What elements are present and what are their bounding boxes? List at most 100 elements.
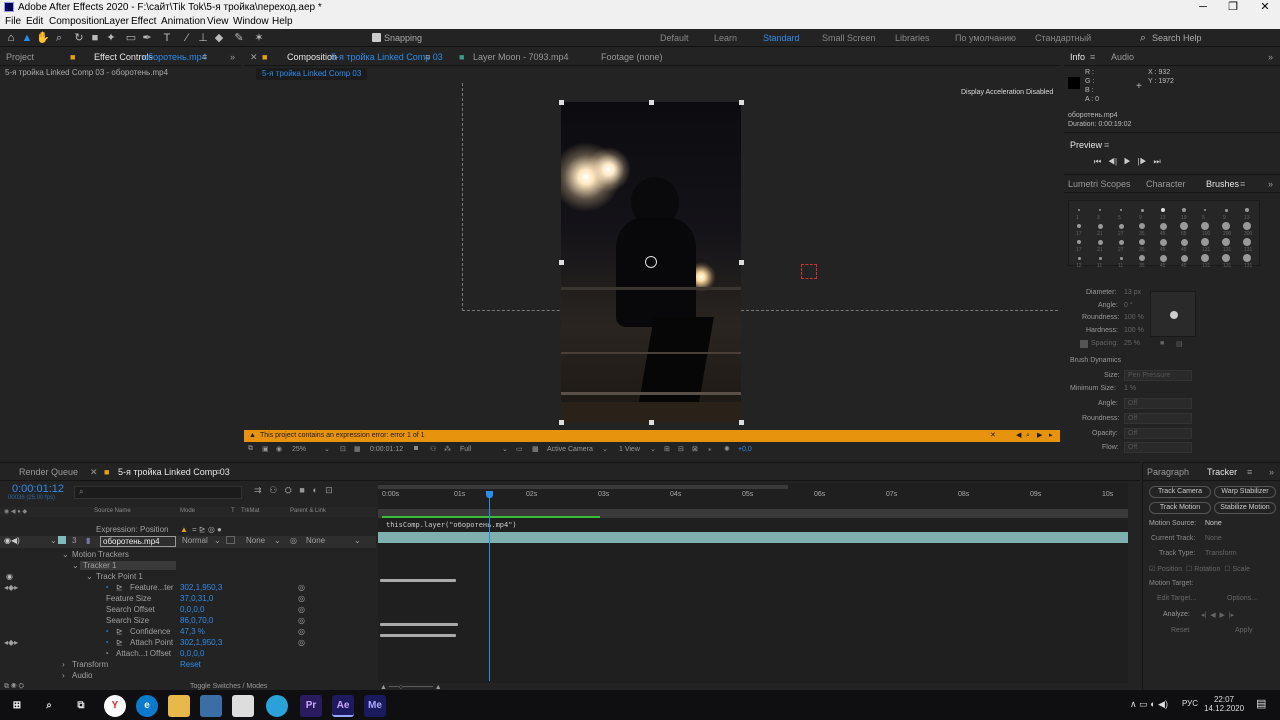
tab-footage[interactable]: Footage (none)	[601, 52, 663, 62]
selection-tool-icon[interactable]: ▲	[20, 31, 34, 45]
tab-timeline-comp[interactable]: 5-я тройка Linked Comp 03	[118, 467, 230, 477]
flow-dropdown[interactable]: Off	[1124, 442, 1192, 453]
property-row[interactable]: ◂◆▸ ◔ ⊵ Feature...ter 302,1,950,3 ◎	[0, 583, 376, 594]
panel-menu-icon[interactable]: ≡	[1104, 140, 1109, 150]
pick-whip-icon[interactable]: ◎	[298, 605, 305, 614]
analyze-back-frame-icon[interactable]: ◂|	[1201, 612, 1206, 619]
property-row[interactable]: ◔ ⊵ Confidence 47,3 % ◎	[0, 627, 376, 638]
spacing-checkbox[interactable]	[1080, 340, 1088, 348]
workspace-libraries[interactable]: Libraries	[895, 33, 930, 43]
brush-tip[interactable]	[1097, 239, 1103, 245]
property-value[interactable]: 47,3 %	[180, 627, 205, 636]
apply-button[interactable]: Apply	[1235, 627, 1253, 634]
stopwatch-icon[interactable]: ◔	[104, 649, 109, 658]
premiere-pro-icon[interactable]: Pr	[300, 695, 322, 717]
warning-icon[interactable]: ▲	[180, 525, 188, 534]
mask-visibility-icon[interactable]: ◉	[276, 445, 282, 453]
snapshot-icon[interactable]: ◙	[414, 445, 418, 452]
flowchart-icon[interactable]: ⁎	[708, 445, 712, 453]
brush-tip[interactable]	[1118, 223, 1124, 229]
puppet-tool-icon[interactable]: ✶	[252, 31, 266, 45]
transform-handle[interactable]	[559, 100, 564, 105]
expression-editor[interactable]: thisComp.layer("оборотень.mp4")	[386, 521, 517, 529]
graph-icon[interactable]: ⊵	[116, 638, 123, 647]
next-frame-icon[interactable]: |▶	[1138, 157, 1147, 166]
expand-error-icon[interactable]: ▸	[1049, 430, 1053, 442]
edge-icon[interactable]: e	[136, 695, 158, 717]
color-channels-icon[interactable]: ⁂	[444, 445, 451, 453]
brush-tip[interactable]	[1078, 209, 1080, 211]
panel-menu-icon[interactable]: ≡	[216, 467, 221, 477]
chevron-down-icon[interactable]: ⌄	[602, 445, 608, 453]
reset-button[interactable]: Reset	[1171, 627, 1189, 634]
home-icon[interactable]: ⌂	[4, 31, 18, 45]
brush-tip[interactable]	[1139, 255, 1145, 261]
tab-paragraph[interactable]: Paragraph	[1147, 467, 1189, 477]
col-parent[interactable]: Parent & Link	[290, 508, 326, 514]
position-checkbox[interactable]: ☑	[1149, 566, 1155, 573]
rotate-tool-icon[interactable]: ↻	[72, 31, 86, 45]
workspace-small-screen[interactable]: Small Screen	[822, 33, 876, 43]
graph-icon[interactable]: ⊵	[116, 583, 123, 592]
pick-whip-icon[interactable]: ◎	[298, 627, 305, 636]
chevron-down-icon[interactable]: ⌄	[274, 536, 281, 545]
brush-tip[interactable]	[1180, 222, 1188, 230]
pan-behind-tool-icon[interactable]: ✦	[104, 31, 118, 45]
lock-icon[interactable]: ■	[70, 52, 75, 62]
brush-tip[interactable]	[1201, 238, 1209, 246]
transform-handle[interactable]	[559, 260, 564, 265]
col-source-name[interactable]: Source Name	[94, 508, 131, 514]
brush-tip[interactable]	[1097, 223, 1103, 229]
transform-handle[interactable]	[739, 260, 744, 265]
store-icon[interactable]	[232, 695, 254, 717]
task-view-icon[interactable]: ⧉	[70, 695, 92, 717]
search-icon[interactable]: ⌕	[38, 695, 60, 717]
brush-tip[interactable]	[1118, 239, 1124, 245]
parent-dropdown[interactable]: None	[306, 536, 325, 545]
timeline-timecode[interactable]: 0:00:01:12	[12, 483, 64, 495]
brush-tip[interactable]	[1201, 222, 1209, 230]
transform-reset[interactable]: Reset	[180, 660, 201, 669]
brush-tip[interactable]	[1161, 208, 1165, 212]
draft-3d-icon[interactable]: ⚇	[269, 485, 277, 495]
transform-handle[interactable]	[739, 420, 744, 425]
panel-expand-icon[interactable]: »	[1268, 179, 1273, 189]
brush-tool-icon[interactable]: ⁄	[180, 31, 194, 45]
tab-character[interactable]: Character	[1146, 179, 1186, 189]
chevron-right-icon[interactable]: ›	[62, 660, 65, 669]
panel-expand-icon[interactable]: »	[230, 52, 235, 62]
opacity-dropdown[interactable]: Off	[1124, 428, 1192, 439]
tab-info[interactable]: Info	[1070, 52, 1085, 62]
col-trkmat[interactable]: TrkMat	[241, 508, 259, 514]
camera-dropdown[interactable]: Active Camera	[547, 446, 593, 453]
trash-icon[interactable]: ■	[1160, 340, 1164, 347]
frame-blending-icon[interactable]: ■	[299, 485, 304, 495]
menu-animation[interactable]: Animation	[161, 16, 205, 27]
telegram-icon[interactable]	[266, 695, 288, 717]
tab-project[interactable]: Project	[6, 52, 34, 62]
exposure-value[interactable]: +0,0	[738, 446, 752, 453]
brush-tip[interactable]	[1180, 238, 1188, 246]
chevron-right-icon[interactable]: ›	[62, 671, 65, 680]
property-value[interactable]: 302,1,950,3	[180, 638, 222, 647]
property-value[interactable]: 0,0,0,0	[180, 649, 204, 658]
chevron-down-icon[interactable]: ⌄	[502, 445, 508, 453]
brush-tip[interactable]	[1224, 208, 1228, 212]
input-language[interactable]: РУС	[1182, 699, 1198, 708]
clone-stamp-tool-icon[interactable]: ⊥	[196, 31, 210, 45]
brush-tip[interactable]	[1201, 254, 1209, 262]
stabilize-motion-button[interactable]: Stabilize Motion	[1214, 502, 1276, 514]
last-frame-icon[interactable]: ⏭	[1153, 157, 1160, 166]
pick-whip-icon[interactable]: ◎	[298, 638, 305, 647]
brush-tip[interactable]	[1139, 223, 1145, 229]
play-icon[interactable]: ▶	[1124, 157, 1131, 166]
expression-controls-icon[interactable]: = ⊵ ◎ ●	[192, 525, 222, 534]
menu-composition[interactable]: Composition	[49, 16, 105, 27]
options-button[interactable]: Options...	[1227, 595, 1257, 602]
tab-composition[interactable]: Composition	[287, 52, 337, 62]
brush-tip[interactable]	[1222, 222, 1230, 230]
after-effects-icon[interactable]: Ae	[332, 695, 354, 717]
new-brush-icon[interactable]: ▤	[1176, 340, 1183, 348]
menu-layer[interactable]: Layer	[104, 16, 129, 27]
toggle-switches-modes[interactable]: Toggle Switches / Modes	[190, 683, 267, 690]
